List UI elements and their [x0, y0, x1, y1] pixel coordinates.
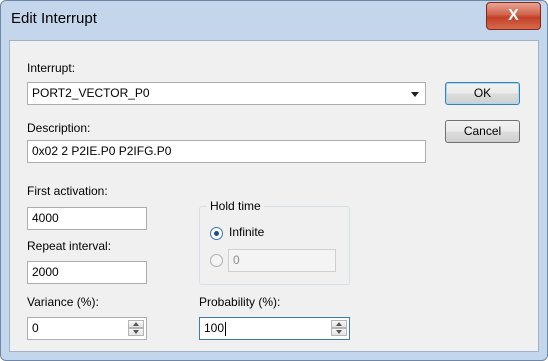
hold-time-value: 0	[233, 253, 240, 267]
close-icon: X	[508, 7, 519, 24]
repeat-interval-input[interactable]: 2000	[27, 261, 147, 284]
repeat-interval-label: Repeat interval:	[27, 239, 112, 253]
description-input[interactable]: 0x02 2 P2IE.P0 P2IFG.P0	[27, 140, 426, 163]
title-bar[interactable]: Edit Interrupt X	[1, 1, 547, 41]
chevron-down-icon[interactable]	[411, 92, 419, 97]
hold-time-title: Hold time	[207, 199, 264, 213]
description-label: Description:	[27, 121, 91, 135]
close-button[interactable]: X	[486, 2, 541, 30]
description-value: 0x02 2 P2IE.P0 P2IFG.P0	[32, 144, 172, 158]
variance-value: 0	[32, 321, 39, 335]
dialog-body: Interrupt: PORT2_VECTOR_P0 Description: …	[9, 40, 539, 352]
hold-time-input[interactable]: 0	[228, 249, 336, 272]
variance-spinner[interactable]	[128, 320, 144, 337]
spin-down-icon[interactable]	[331, 328, 347, 336]
first-activation-value: 4000	[32, 211, 59, 225]
interrupt-label: Interrupt:	[27, 61, 76, 75]
ok-button[interactable]: OK	[445, 82, 520, 105]
probability-spinner[interactable]	[331, 320, 347, 337]
variance-stepper[interactable]: 0	[27, 317, 147, 340]
hold-value-radio[interactable]	[210, 254, 223, 267]
hold-time-group	[199, 206, 350, 285]
interrupt-value: PORT2_VECTOR_P0	[32, 86, 150, 100]
dialog-title: Edit Interrupt	[11, 10, 97, 27]
infinite-radio[interactable]	[210, 227, 223, 240]
interrupt-dropdown[interactable]: PORT2_VECTOR_P0	[27, 82, 426, 105]
text-caret	[225, 321, 227, 336]
spin-down-icon[interactable]	[128, 328, 144, 336]
spin-up-icon[interactable]	[331, 320, 347, 328]
infinite-label[interactable]: Infinite	[229, 225, 264, 239]
variance-label: Variance (%):	[27, 295, 99, 309]
first-activation-input[interactable]: 4000	[27, 207, 147, 230]
probability-stepper[interactable]: 100	[199, 317, 350, 340]
cancel-button[interactable]: Cancel	[445, 120, 520, 143]
spin-up-icon[interactable]	[128, 320, 144, 328]
repeat-interval-value: 2000	[32, 265, 59, 279]
probability-value: 100	[204, 321, 225, 335]
probability-label: Probability (%):	[199, 295, 281, 309]
dialog-window: Edit Interrupt X Interrupt: PORT2_VECTOR…	[0, 0, 548, 361]
first-activation-label: First activation:	[27, 184, 108, 198]
